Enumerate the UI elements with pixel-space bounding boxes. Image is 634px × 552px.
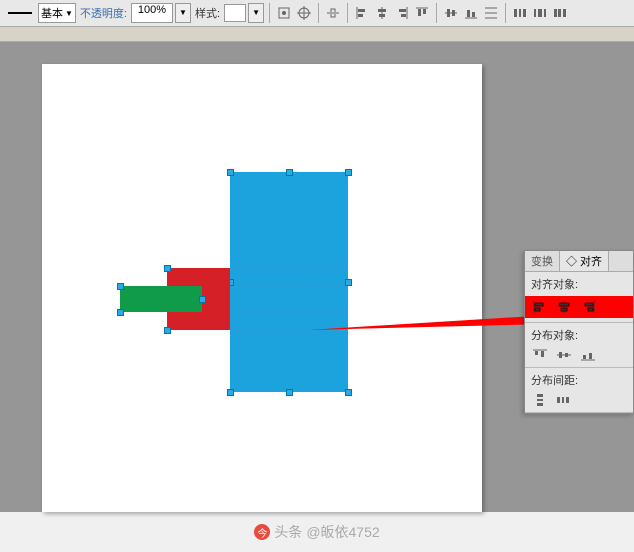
distribute-v-space-icon[interactable] <box>531 392 549 408</box>
guide-line <box>230 330 348 331</box>
align-hcenter-icon[interactable] <box>555 299 573 315</box>
style-swatch[interactable] <box>224 4 246 22</box>
align-vcenter-icon[interactable] <box>442 4 460 22</box>
guide-line <box>230 268 348 269</box>
selection-handle[interactable] <box>199 296 206 303</box>
distribute-objects-row <box>531 347 627 363</box>
align-objects-row <box>525 296 633 318</box>
separator <box>436 3 437 23</box>
selection-handle[interactable] <box>227 389 234 396</box>
selection-handle[interactable] <box>227 169 234 176</box>
doc-setup-icon[interactable] <box>275 4 293 22</box>
selection-handle[interactable] <box>345 169 352 176</box>
distribute-objects-title: 分布对象: <box>531 327 627 343</box>
guide-line <box>230 286 348 287</box>
stroke-type-value: 基本 <box>41 5 63 21</box>
stroke-weight-preview[interactable] <box>8 12 32 14</box>
style-dropdown-button[interactable]: ▼ <box>248 3 264 23</box>
section-distribute-objects: 分布对象: <box>525 323 633 368</box>
section-align-objects: 对齐对象: <box>525 272 633 323</box>
selection-handle[interactable] <box>117 309 124 316</box>
distribute-top-icon[interactable] <box>531 347 549 363</box>
selection-handle[interactable] <box>286 389 293 396</box>
align-top-icon[interactable] <box>413 4 431 22</box>
selection-handle[interactable] <box>117 283 124 290</box>
align-panel[interactable]: 变换 ◇ 对齐 对齐对象: 分布对象: 分布间距: <box>524 250 634 414</box>
selection-handle[interactable] <box>345 389 352 396</box>
options-toolbar: 基本 ▼ 不透明度: 100% ▼ 样式: ▼ <box>0 0 634 27</box>
panel-tabs: 变换 ◇ 对齐 <box>525 251 633 272</box>
distribute-spacing-row <box>531 392 627 408</box>
distribute-h-space-icon[interactable] <box>555 392 573 408</box>
selection-handle[interactable] <box>286 169 293 176</box>
watermark-brand: 头条 <box>274 522 302 542</box>
separator <box>269 3 270 23</box>
chevron-down-icon: ▼ <box>65 9 73 18</box>
shape-blue-rect[interactable] <box>230 172 348 392</box>
distribute-h1-icon[interactable] <box>511 4 529 22</box>
watermark-author: @皈依4752 <box>306 522 379 542</box>
selection-handle[interactable] <box>164 327 171 334</box>
watermark: 今 头条 @皈依4752 <box>0 522 634 542</box>
selection-handle[interactable] <box>345 279 352 286</box>
distribute-bottom-icon[interactable] <box>579 347 597 363</box>
distribute-top-icon[interactable] <box>482 4 500 22</box>
align-objects-title: 对齐对象: <box>531 276 627 292</box>
selection-handle[interactable] <box>164 265 171 272</box>
separator <box>505 3 506 23</box>
align-right-icon[interactable] <box>393 4 411 22</box>
separator <box>318 3 319 23</box>
guide-line <box>230 312 348 313</box>
opacity-input[interactable]: 100% <box>131 3 173 23</box>
align-right-icon[interactable] <box>579 299 597 315</box>
distribute-h2-icon[interactable] <box>531 4 549 22</box>
tab-transform[interactable]: 变换 <box>525 251 560 271</box>
separator <box>347 3 348 23</box>
align-left-icon[interactable] <box>531 299 549 315</box>
opacity-label: 不透明度: <box>78 5 129 21</box>
section-distribute-spacing: 分布间距: <box>525 368 633 413</box>
align-hcenter-icon[interactable] <box>373 4 391 22</box>
tab-align[interactable]: ◇ 对齐 <box>560 251 609 271</box>
align-artboard-icon[interactable] <box>324 4 342 22</box>
shape-green-rect[interactable] <box>120 286 202 312</box>
watermark-logo-icon: 今 <box>254 524 270 540</box>
preferences-icon[interactable] <box>295 4 313 22</box>
stroke-type-dropdown[interactable]: 基本 ▼ <box>38 3 76 23</box>
control-bar <box>0 27 634 42</box>
artboard[interactable] <box>42 64 482 512</box>
distribute-spacing-title: 分布间距: <box>531 372 627 388</box>
distribute-vcenter-icon[interactable] <box>555 347 573 363</box>
align-bottom-icon[interactable] <box>462 4 480 22</box>
align-left-icon[interactable] <box>353 4 371 22</box>
opacity-dropdown-button[interactable]: ▼ <box>175 3 191 23</box>
distribute-h3-icon[interactable] <box>551 4 569 22</box>
style-label: 样式: <box>193 5 222 21</box>
